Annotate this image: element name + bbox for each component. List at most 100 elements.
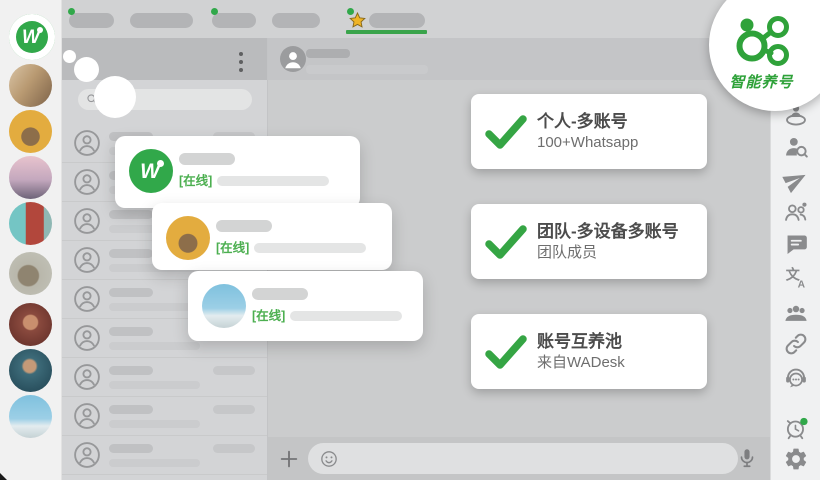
rail-logo-item[interactable]: W bbox=[9, 14, 55, 60]
rail-account-item[interactable] bbox=[9, 64, 52, 107]
chat-list-row[interactable] bbox=[62, 436, 267, 475]
contact-name-placeholder bbox=[109, 327, 153, 336]
team-members-button[interactable] bbox=[783, 301, 809, 327]
account-detail-placeholder bbox=[290, 311, 402, 321]
tab-title-placeholder bbox=[69, 13, 114, 28]
account-tab-bar bbox=[62, 0, 820, 38]
wadesk-app-window: W 文A W [在线] [在线] [在线] 个人-多账号100+Whatsapp 团队-… bbox=[0, 0, 820, 480]
avatar-red-building-teal bbox=[9, 202, 52, 245]
contact-avatar-icon bbox=[73, 168, 101, 196]
contact-avatar-icon bbox=[73, 129, 101, 157]
badge-label: 智能养号 bbox=[709, 71, 814, 92]
feature-subtitle: 100+Whatsapp bbox=[537, 133, 638, 153]
cursor-artifact bbox=[0, 473, 7, 480]
group-add-icon bbox=[783, 199, 809, 225]
share-nodes-icon bbox=[731, 10, 791, 70]
avatar-woman-red bbox=[9, 303, 52, 346]
feature-card: 账号互养池来自WADesk bbox=[471, 314, 707, 389]
scheduler-clock-button[interactable] bbox=[783, 415, 809, 441]
search-contact-button[interactable] bbox=[783, 134, 809, 160]
account-status-card: [在线] bbox=[152, 203, 392, 270]
rail-account-item[interactable] bbox=[9, 303, 52, 346]
unread-dot bbox=[211, 8, 218, 15]
logo-dot bbox=[157, 160, 164, 167]
contact-avatar-icon bbox=[73, 207, 101, 235]
account-name-placeholder bbox=[216, 220, 272, 232]
plus-icon bbox=[278, 448, 300, 470]
rail-account-item[interactable] bbox=[9, 110, 52, 153]
contact-avatar-icon bbox=[73, 324, 101, 352]
contact-name-placeholder bbox=[109, 249, 153, 258]
message-preview-placeholder bbox=[109, 303, 200, 311]
account-rail: W bbox=[0, 0, 62, 480]
contact-avatar-icon bbox=[73, 285, 101, 313]
translate-button[interactable]: 文A bbox=[783, 264, 809, 290]
avatar-sky-building bbox=[9, 395, 52, 438]
group-add-button[interactable] bbox=[783, 199, 809, 225]
avatar-sky-building bbox=[202, 284, 246, 328]
rail-account-item[interactable] bbox=[9, 349, 52, 392]
checkmark-icon bbox=[485, 224, 527, 260]
link-icon bbox=[783, 331, 809, 357]
logo-dot bbox=[37, 27, 43, 33]
online-status-label: [在线] bbox=[252, 310, 285, 322]
contact-name-placeholder bbox=[109, 288, 153, 297]
message-preview-placeholder bbox=[109, 459, 200, 467]
account-tab-5[interactable] bbox=[348, 13, 425, 28]
more-menu-icon[interactable] bbox=[237, 50, 245, 74]
settings-gear-button[interactable] bbox=[783, 446, 809, 472]
support-headset-button[interactable] bbox=[783, 365, 809, 391]
attach-plus-button[interactable] bbox=[278, 448, 300, 470]
microphone-icon bbox=[736, 447, 758, 469]
conversation-header bbox=[268, 38, 770, 80]
contact-name-placeholder bbox=[109, 210, 153, 219]
feature-subtitle: 团队成员 bbox=[537, 243, 679, 263]
chat-list-row[interactable] bbox=[62, 397, 267, 436]
account-tab-3[interactable] bbox=[212, 13, 256, 28]
rail-account-item[interactable] bbox=[9, 156, 52, 199]
account-status-card: [在线] bbox=[188, 271, 423, 341]
microphone-button[interactable] bbox=[736, 447, 758, 469]
contact-avatar-icon bbox=[73, 402, 101, 430]
feature-title: 团队-多设备多账号 bbox=[537, 221, 679, 243]
link-button[interactable] bbox=[783, 331, 809, 357]
timestamp-placeholder bbox=[213, 366, 255, 375]
message-input[interactable] bbox=[308, 443, 738, 474]
avatar-bulldog-yellow bbox=[166, 216, 210, 260]
wadesk-logo: W bbox=[129, 149, 173, 193]
rail-account-item[interactable] bbox=[9, 252, 52, 295]
decorative-bubble bbox=[74, 57, 99, 82]
chat-message-icon bbox=[783, 231, 809, 257]
chat-list-row[interactable] bbox=[62, 475, 267, 480]
online-status-label: [在线] bbox=[179, 175, 212, 187]
rail-account-item[interactable] bbox=[9, 395, 52, 438]
contact-avatar-icon bbox=[280, 46, 306, 72]
checkmark-icon bbox=[485, 114, 527, 150]
decorative-bubble bbox=[94, 76, 136, 118]
account-detail-placeholder bbox=[254, 243, 366, 253]
contact-name-placeholder bbox=[306, 49, 350, 58]
send-plane-icon bbox=[778, 162, 813, 197]
active-tab-underline bbox=[346, 30, 427, 34]
account-tab-2[interactable] bbox=[130, 13, 193, 28]
rail-account-item[interactable] bbox=[9, 202, 52, 245]
account-detail-placeholder bbox=[217, 176, 329, 186]
feature-title: 个人-多账号 bbox=[537, 111, 638, 133]
chat-list-row[interactable] bbox=[62, 358, 267, 397]
contact-avatar-icon bbox=[73, 246, 101, 274]
share-nodes-icon bbox=[731, 10, 791, 70]
send-plane-button[interactable] bbox=[783, 167, 809, 193]
account-tab-4[interactable] bbox=[272, 13, 320, 28]
contact-avatar-icon bbox=[73, 363, 101, 391]
account-name-placeholder bbox=[252, 288, 308, 300]
chat-message-button[interactable] bbox=[783, 231, 809, 257]
team-members-icon bbox=[783, 301, 809, 327]
account-tab-1[interactable] bbox=[69, 13, 114, 28]
message-preview-placeholder bbox=[109, 381, 200, 389]
search-contact-icon bbox=[783, 134, 809, 160]
unread-dot bbox=[68, 8, 75, 15]
timestamp-placeholder bbox=[213, 444, 255, 453]
avatar-man-drinking bbox=[9, 349, 52, 392]
avatar-bulldog-yellow bbox=[9, 110, 52, 153]
tab-title-placeholder bbox=[272, 13, 320, 28]
